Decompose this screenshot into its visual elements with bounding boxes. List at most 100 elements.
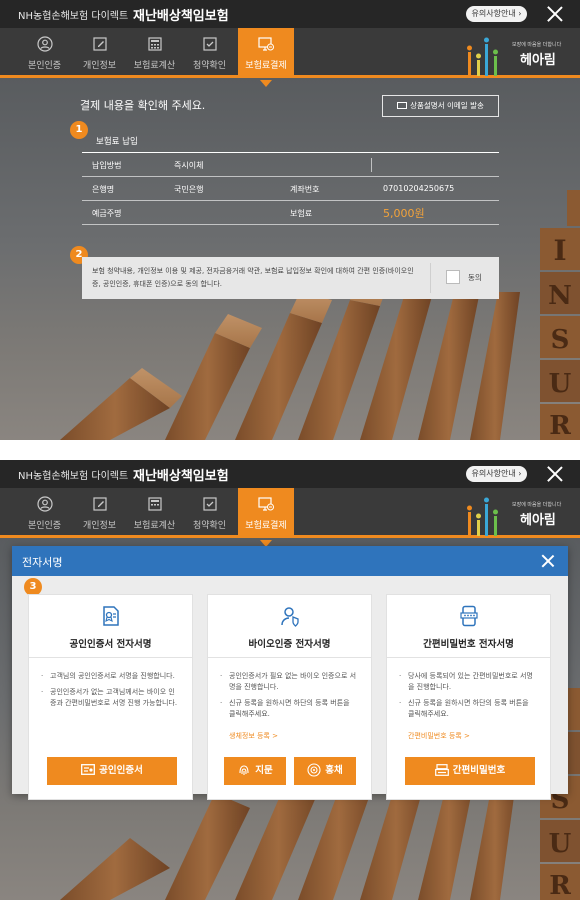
logo-tagline: 보장에 마음을 더합니다 <box>512 42 562 48</box>
card-title: 공인인증서 전자서명 <box>69 639 152 650</box>
nav-step-label: 개인정보 <box>82 521 117 531</box>
card-title: 간편비밀번호 전자서명 <box>423 639 514 650</box>
product-title: 재난배상책임보험 <box>133 9 229 24</box>
iris-button[interactable]: 홍채 <box>294 757 356 785</box>
certificate-button[interactable]: 공인인증서 <box>47 757 177 785</box>
svg-text:U: U <box>549 369 572 399</box>
divider <box>371 158 372 172</box>
e-signature-modal: 전자서명 3 공인인증서 전자서명 고객님의 공인인증서로 서명을 진행합니다.… <box>12 546 568 800</box>
nav-step-payment[interactable]: 보험료결제 <box>238 488 294 547</box>
edit-note-icon <box>92 497 107 511</box>
table-row: 납입방법 즉시이체 <box>82 153 499 177</box>
certificate-button-label: 공인인증서 <box>99 765 143 776</box>
send-email-button[interactable]: 상품설명서 이메일 발송 <box>382 95 499 117</box>
person-circle-icon <box>36 36 53 52</box>
notice-button[interactable]: 유의사항안내 › <box>466 6 527 22</box>
cert-signature-card: 공인인증서 전자서명 고객님의 공인인증서로 서명을 진행합니다. 공인인증서가… <box>28 594 193 800</box>
modal-title: 전자서명 <box>22 556 63 569</box>
row-value: 즉시이체 <box>174 161 204 170</box>
card-description-list: 공인인증서가 필요 없는 바이오 인증으로 서명을 진행합니다. 신규 등록을 … <box>218 671 358 725</box>
notice-button[interactable]: 유의사항안내 › <box>466 466 527 482</box>
mail-icon <box>397 101 408 109</box>
row-label: 납입방법 <box>92 161 122 170</box>
nav-step-label: 보험료결제 <box>245 61 287 71</box>
divider <box>430 263 431 293</box>
row-label: 계좌번호 <box>290 185 320 194</box>
table-row: 은행명 국민은행 계좌번호 07010204250675 <box>82 177 499 201</box>
list-item: 당사에 등록되어 있는 간편비밀번호로 서명을 진행합니다. <box>397 671 537 693</box>
checkbox-icon <box>202 37 217 51</box>
brand-name: NH농협손해보험 다이렉트 <box>18 471 129 482</box>
row-value: 국민은행 <box>174 185 204 194</box>
logo-name: 헤아림 <box>520 513 556 528</box>
close-icon[interactable] <box>546 5 564 23</box>
row-label: 은행명 <box>92 185 115 194</box>
svg-text:R: R <box>549 411 571 440</box>
nav-step-label: 보험료결제 <box>245 521 287 531</box>
iris-button-label: 홍채 <box>325 765 343 776</box>
close-icon[interactable] <box>546 465 564 483</box>
modal-header: 전자서명 <box>12 546 568 576</box>
send-email-label: 상품설명서 이메일 발송 <box>410 101 484 110</box>
list-item: 공인인증서가 필요 없는 바이오 인증으로 서명을 진행합니다. <box>218 671 358 693</box>
simple-pin-button[interactable]: 간편비밀번호 <box>405 757 535 785</box>
nav-step-premium-calc[interactable]: 보험료계산 <box>127 488 182 538</box>
mobile-pin-icon <box>460 605 478 627</box>
logo-figures-icon <box>467 37 498 76</box>
row-value: 07010204250675 <box>383 184 455 193</box>
fingerprint-button-label: 지문 <box>255 765 273 776</box>
register-pin-link[interactable]: 간편비밀번호 등록 > <box>408 731 470 741</box>
divider <box>29 657 192 658</box>
row-label: 예금주명 <box>92 209 122 218</box>
divider <box>387 657 550 658</box>
monitor-card-icon <box>258 497 274 511</box>
nav-step-label: 개인정보 <box>82 61 117 71</box>
brand-name: NH농협손해보험 다이렉트 <box>18 11 129 22</box>
nav-step-label: 보험료계산 <box>133 521 176 531</box>
nav-step-label: 청약확인 <box>192 61 227 71</box>
calculator-icon <box>147 497 162 511</box>
brand-logo: 보장에 마음을 더합니다 헤아림 <box>464 34 574 78</box>
nav-step-premium-calc[interactable]: 보험료계산 <box>127 28 182 78</box>
close-icon[interactable] <box>542 555 554 567</box>
step-badge-1: 1 <box>70 121 88 139</box>
consent-text: 보험 청약내용, 개인정보 이용 및 제공, 전자금융거래 약관, 보험료 납입… <box>92 267 414 288</box>
nav-step-confirm[interactable]: 청약확인 <box>182 28 237 78</box>
nav-step-confirm[interactable]: 청약확인 <box>182 488 237 538</box>
checkbox-icon <box>202 497 217 511</box>
nav-step-personal-info[interactable]: 개인정보 <box>72 28 127 78</box>
edit-note-icon <box>92 37 107 51</box>
nav-step-identity[interactable]: 본인인증 <box>17 28 72 78</box>
monitor-card-icon <box>258 37 274 51</box>
pin-signature-card: 간편비밀번호 전자서명 당사에 등록되어 있는 간편비밀번호로 서명을 진행합니… <box>386 594 551 800</box>
simple-pin-button-label: 간편비밀번호 <box>452 765 506 776</box>
card-description-list: 당사에 등록되어 있는 간편비밀번호로 서명을 진행합니다. 신규 등록을 원하… <box>397 671 537 725</box>
register-biometric-link[interactable]: 생체정보 등록 > <box>229 731 278 741</box>
signature-screen: S U R NH농협손해보험 다이렉트 재난배상책임보험 유의사항안내 › 본인… <box>0 460 580 900</box>
agree-checkbox[interactable] <box>446 270 460 284</box>
biometric-user-icon <box>281 607 299 627</box>
nav-step-label: 보험료계산 <box>133 61 176 71</box>
consent-panel: 보험 청약내용, 개인정보 이용 및 제공, 전자금융거래 약관, 보험료 납입… <box>82 257 499 299</box>
svg-text:I: I <box>553 234 566 267</box>
modal-body: 3 공인인증서 전자서명 고객님의 공인인증서로 서명을 진행합니다. 공인인증… <box>12 576 568 800</box>
svg-text:N: N <box>548 281 572 311</box>
nav-step-identity[interactable]: 본인인증 <box>17 488 72 538</box>
nav-step-personal-info[interactable]: 개인정보 <box>72 488 127 538</box>
svg-text:R: R <box>549 871 571 900</box>
list-item: 신규 등록을 원하시면 하단의 등록 버튼을 클릭해주세요. <box>397 698 537 720</box>
section-title-payment: 보험료 납입 <box>96 137 138 147</box>
logo-figures-icon <box>467 497 498 536</box>
premium-value: 5,000원 <box>383 207 425 220</box>
certificate-card-icon <box>81 764 96 775</box>
fingerprint-button[interactable]: 지문 <box>224 757 286 785</box>
product-title: 재난배상책임보험 <box>133 469 229 484</box>
card-title: 바이오인증 전자서명 <box>248 639 331 650</box>
table-row: 예금주명 보험료 5,000원 <box>82 201 499 225</box>
agree-label: 동의 <box>468 273 482 282</box>
list-item: 신규 등록을 원하시면 하단의 등록 버튼을 클릭해주세요. <box>218 698 358 720</box>
brand-logo: 보장에 마음을 더합니다 헤아림 <box>464 494 574 538</box>
svg-text:S: S <box>551 325 570 355</box>
nav-step-label: 본인인증 <box>27 61 62 71</box>
nav-step-payment[interactable]: 보험료결제 <box>238 28 294 87</box>
